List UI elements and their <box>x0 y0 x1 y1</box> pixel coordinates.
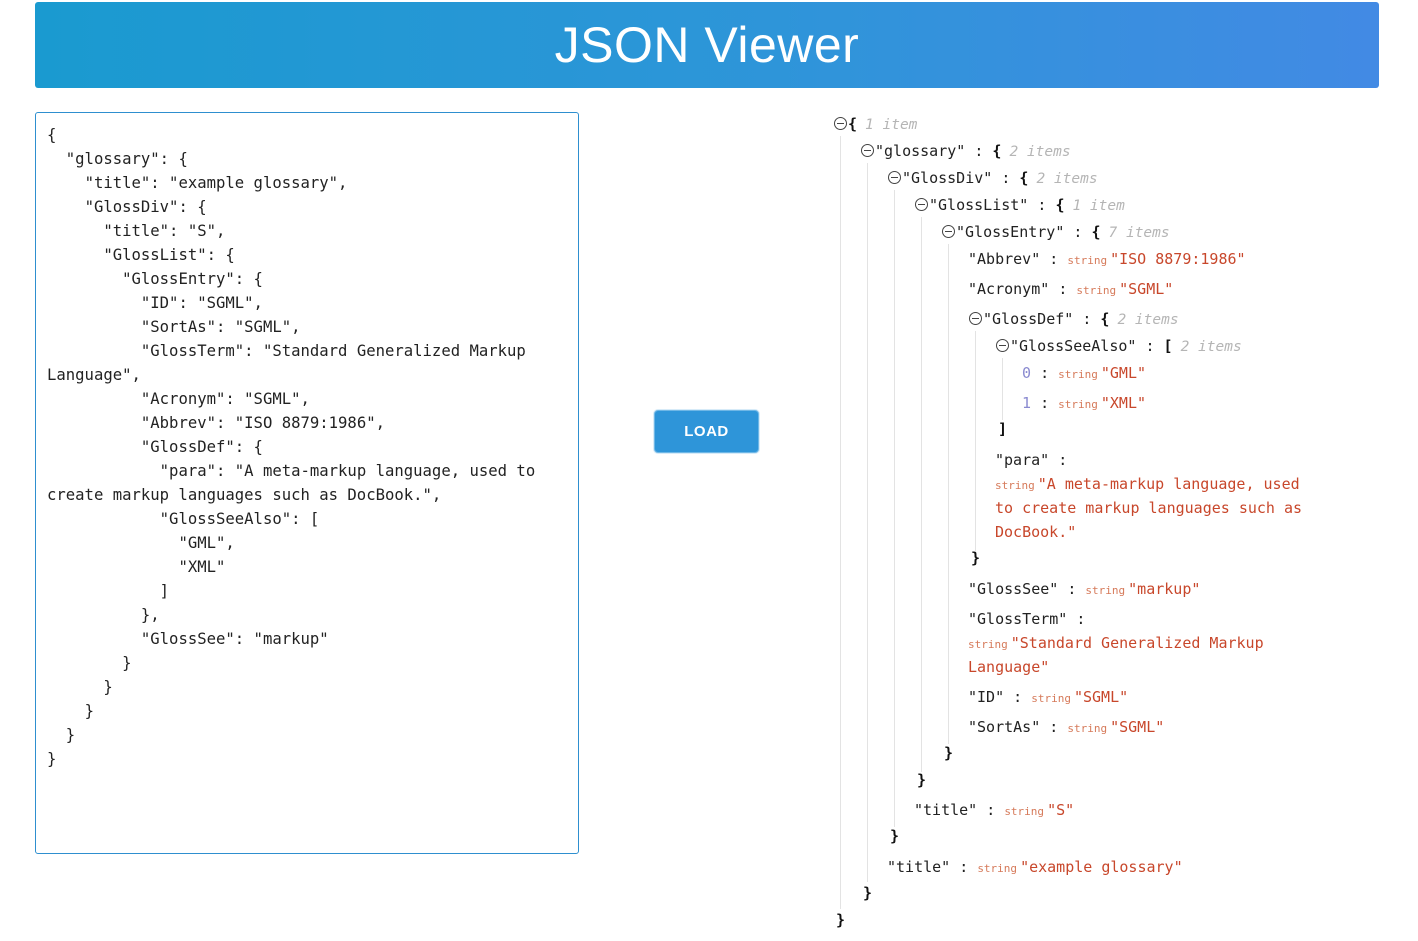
collapse-icon[interactable] <box>942 225 955 238</box>
glossterm-value-line: Language" <box>968 658 1050 676</box>
tree-close-brace: } <box>917 771 927 789</box>
collapse-icon[interactable] <box>888 171 901 184</box>
tree-node-acronym: "Acronym" : string "SGML" <box>968 280 1174 298</box>
tree-node-glossdef: "GlossDef" : {2 items <box>969 309 1179 330</box>
tree-node-para: "para" : <box>995 451 1068 469</box>
indent-guide <box>921 217 922 772</box>
tree-node-glossary: "glossary" : {2 items <box>861 141 1071 162</box>
collapse-icon[interactable] <box>915 198 928 211</box>
indent-guide <box>975 331 976 551</box>
indent-guide <box>948 244 949 744</box>
collapse-icon[interactable] <box>996 339 1009 352</box>
tree-close-brace: } <box>890 827 900 845</box>
tree-close-brace: } <box>971 549 981 567</box>
tree-node-glosssee: "GlossSee" : string "markup" <box>968 580 1201 598</box>
para-value-line: DocBook." <box>995 523 1077 541</box>
tree-node-abbrev: "Abbrev" : string "ISO 8879:1986" <box>968 250 1246 268</box>
indent-guide <box>1002 358 1003 420</box>
app-header: JSON Viewer <box>35 2 1379 88</box>
tree-node-sortas: "SortAs" : string "SGML" <box>968 718 1165 736</box>
para-value-line: string "A meta-markup language, used <box>995 475 1300 493</box>
tree-close-brace: } <box>836 911 846 929</box>
tree-close-brace: } <box>863 884 873 902</box>
tree-node-glossseealso: "GlossSeeAlso" : [2 items <box>996 336 1242 357</box>
json-input[interactable]: { "glossary": { "title": "example glossa… <box>35 112 579 854</box>
tree-node-root: {1 item <box>834 114 917 135</box>
glossterm-value-line: string "Standard Generalized Markup <box>968 634 1264 652</box>
para-value-line: to create markup languages such as <box>995 499 1303 517</box>
indent-guide <box>840 136 841 909</box>
tree-node-array-item: 0 : string "GML" <box>1022 364 1147 382</box>
tree-close-bracket: ] <box>998 420 1008 438</box>
page-title: JSON Viewer <box>554 17 860 73</box>
collapse-icon[interactable] <box>834 117 847 130</box>
tree-node-glossentry: "GlossEntry" : {7 items <box>942 222 1170 243</box>
collapse-icon[interactable] <box>861 144 874 157</box>
indent-guide <box>894 190 895 827</box>
tree-node-array-item: 1 : string "XML" <box>1022 394 1147 412</box>
tree-node-glossdiv: "GlossDiv" : {2 items <box>888 168 1098 189</box>
tree-node-glossary-title: "title" : string "example glossary" <box>887 858 1183 876</box>
collapse-icon[interactable] <box>969 312 982 325</box>
tree-node-id: "ID" : string "SGML" <box>968 688 1129 706</box>
indent-guide <box>867 163 868 882</box>
tree-node-glosslist: "GlossList" : {1 item <box>915 195 1125 216</box>
tree-close-brace: } <box>944 744 954 762</box>
tree-node-glossterm: "GlossTerm" : <box>968 610 1086 628</box>
tree-node-glossdiv-title: "title" : string "S" <box>914 801 1075 819</box>
load-button[interactable]: LOAD <box>654 410 759 453</box>
